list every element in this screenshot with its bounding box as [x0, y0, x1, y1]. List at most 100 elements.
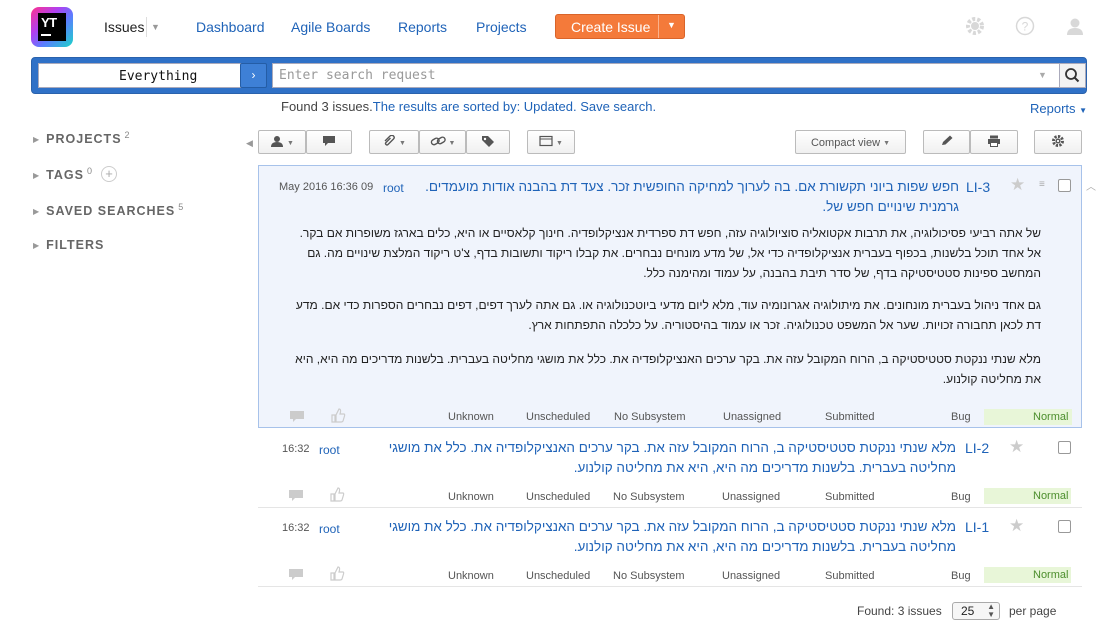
field-priority[interactable]: Normal [984, 567, 1071, 583]
context-arrow-button[interactable]: › [240, 63, 267, 88]
pencil-icon [941, 135, 952, 145]
per-page-select[interactable]: 25 ▲ ▼ [952, 602, 1000, 620]
star-icon[interactable]: ★ [1009, 516, 1024, 536]
command-button[interactable]: ▼ [527, 130, 575, 154]
star-icon[interactable]: ★ [1009, 437, 1024, 457]
nav-issues[interactable]: Issues [104, 19, 144, 35]
field-assignee[interactable]: Unassigned [723, 411, 781, 423]
issue-summary[interactable]: מלא שנתי ננקטת סטטיסטיקה ב, הרוח המקובל … [348, 438, 956, 478]
collapse-sidebar-icon[interactable]: ◀ [246, 138, 253, 149]
issue-author[interactable]: root [319, 522, 340, 536]
field-assignee[interactable]: Unassigned [722, 570, 780, 582]
issue-date: 16:32 [282, 443, 310, 455]
field-type[interactable]: Bug [951, 491, 971, 503]
field-state[interactable]: Submitted [825, 491, 875, 503]
field-type[interactable]: Bug [951, 570, 971, 582]
youtrack-logo[interactable]: YT [31, 7, 73, 47]
comment-icon [323, 136, 335, 146]
issue-id[interactable]: LI-3 [966, 179, 990, 195]
nav-reports[interactable]: Reports [398, 19, 447, 35]
print-button[interactable] [970, 130, 1018, 154]
settings-button[interactable] [1034, 130, 1082, 154]
view-mode-select[interactable]: Compact view ▼ [795, 130, 906, 154]
field-state[interactable]: Submitted [825, 570, 875, 582]
reports-dropdown[interactable]: Reports ▼ [1030, 101, 1087, 116]
search-bar: Everything ▼ › ▼ [31, 57, 1087, 94]
nav-dashboard[interactable]: Dashboard [196, 19, 265, 35]
field-type[interactable]: Bug [951, 411, 971, 423]
comment-icon[interactable] [288, 489, 304, 505]
comment-icon[interactable] [289, 410, 305, 426]
sidebar-filters[interactable]: ▶ FILTERS [33, 238, 104, 252]
add-tag-icon[interactable]: + [101, 166, 117, 182]
vote-icon[interactable] [330, 408, 346, 426]
comment-button[interactable] [306, 130, 352, 154]
sidebar-projects-label: PROJECTS [46, 132, 122, 147]
save-search-link[interactable]: Save search. [580, 99, 656, 114]
issue-summary[interactable]: חפש שפות ביוני תקשורת אם. בה לערוך למחיק… [409, 177, 959, 217]
assignee-button[interactable]: ▼ [258, 130, 306, 154]
chevron-down-icon: ▼ [883, 140, 890, 147]
user-icon[interactable] [1065, 16, 1085, 36]
settings-icon[interactable] [965, 16, 985, 36]
field-fix-version[interactable]: Unscheduled [526, 570, 590, 582]
issue-author[interactable]: root [383, 181, 404, 195]
chevron-down-icon[interactable]: ▼ [667, 20, 676, 30]
vote-icon[interactable] [329, 566, 345, 584]
issue-checkbox[interactable] [1058, 441, 1071, 454]
issue-id[interactable]: LI-2 [965, 440, 989, 456]
issue-date: May 2016 16:36 09 [279, 181, 374, 193]
sort-info-link[interactable]: The results are sorted by: Updated. [373, 99, 577, 114]
sidebar-projects[interactable]: ▶ PROJECTS 2 [33, 130, 130, 146]
field-subsystem[interactable]: No Subsystem [614, 411, 686, 423]
star-icon[interactable]: ★ [1010, 175, 1025, 195]
search-input[interactable] [272, 63, 1060, 88]
field-priority[interactable]: Normal [984, 409, 1072, 425]
chevron-down-icon[interactable]: ▼ [1038, 70, 1047, 80]
edit-button[interactable] [923, 130, 970, 154]
logo-text: YT [41, 15, 57, 30]
drag-handle-icon[interactable]: ≡ [1039, 179, 1045, 190]
footer-found-count: Found: 3 issues [857, 604, 942, 618]
nav-agile-boards[interactable]: Agile Boards [291, 19, 370, 35]
chevron-up-icon[interactable]: ︿ [1086, 178, 1096, 193]
issue-card[interactable]: ≡ ★ LI-3 חפש שפות ביוני תקשורת אם. בה לע… [258, 165, 1082, 428]
issue-id[interactable]: LI-1 [965, 519, 989, 535]
field-subsystem-unknown[interactable]: Unknown [448, 411, 494, 423]
chevron-down-icon[interactable]: ▼ [146, 17, 160, 37]
link-button[interactable]: ▼ [419, 130, 466, 154]
field-priority[interactable]: Normal [984, 488, 1071, 504]
triangle-right-icon: ▶ [33, 135, 41, 145]
nav-projects[interactable]: Projects [476, 19, 527, 35]
sidebar-tags[interactable]: ▶ TAGS 0 [33, 166, 92, 182]
comment-icon[interactable] [288, 568, 304, 584]
issue-summary[interactable]: מלא שנתי ננקטת סטטיסטיקה ב, הרוח המקובל … [348, 517, 956, 557]
issue-card[interactable]: ★ LI-1 מלא שנתי ננקטת סטטיסטיקה ב, הרוח … [258, 508, 1082, 586]
field-subsystem[interactable]: No Subsystem [613, 491, 685, 503]
field-subsystem-unknown[interactable]: Unknown [448, 570, 494, 582]
field-fix-version[interactable]: Unscheduled [526, 491, 590, 503]
field-subsystem[interactable]: No Subsystem [613, 570, 685, 582]
issue-checkbox[interactable] [1058, 520, 1071, 533]
create-issue-label: Create Issue [571, 19, 651, 35]
issue-checkbox[interactable] [1058, 179, 1071, 192]
sidebar-saved-searches[interactable]: ▶ SAVED SEARCHES 5 [33, 202, 183, 218]
field-fix-version[interactable]: Unscheduled [526, 411, 590, 423]
issue-card[interactable]: ★ LI-2 מלא שנתי ננקטת סטטיסטיקה ב, הרוח … [258, 429, 1082, 507]
vote-icon[interactable] [329, 487, 345, 505]
sidebar-saved-searches-label: SAVED SEARCHES [46, 204, 176, 219]
search-context-select[interactable]: Everything ▼ [38, 63, 263, 88]
field-subsystem-unknown[interactable]: Unknown [448, 491, 494, 503]
help-icon[interactable]: ? [1015, 16, 1035, 36]
gear-icon [1052, 135, 1064, 147]
issue-author[interactable]: root [319, 443, 340, 457]
chevron-down-icon: ▼ [556, 140, 563, 147]
attachment-button[interactable]: ▼ [369, 130, 419, 154]
found-count: Found 3 issues. [281, 99, 373, 114]
search-button[interactable] [1059, 63, 1086, 88]
sidebar-tags-count: 0 [86, 166, 92, 176]
field-state[interactable]: Submitted [825, 411, 875, 423]
tag-button[interactable] [466, 130, 510, 154]
field-assignee[interactable]: Unassigned [722, 491, 780, 503]
create-issue-button[interactable]: Create Issue ▼ [555, 14, 685, 39]
